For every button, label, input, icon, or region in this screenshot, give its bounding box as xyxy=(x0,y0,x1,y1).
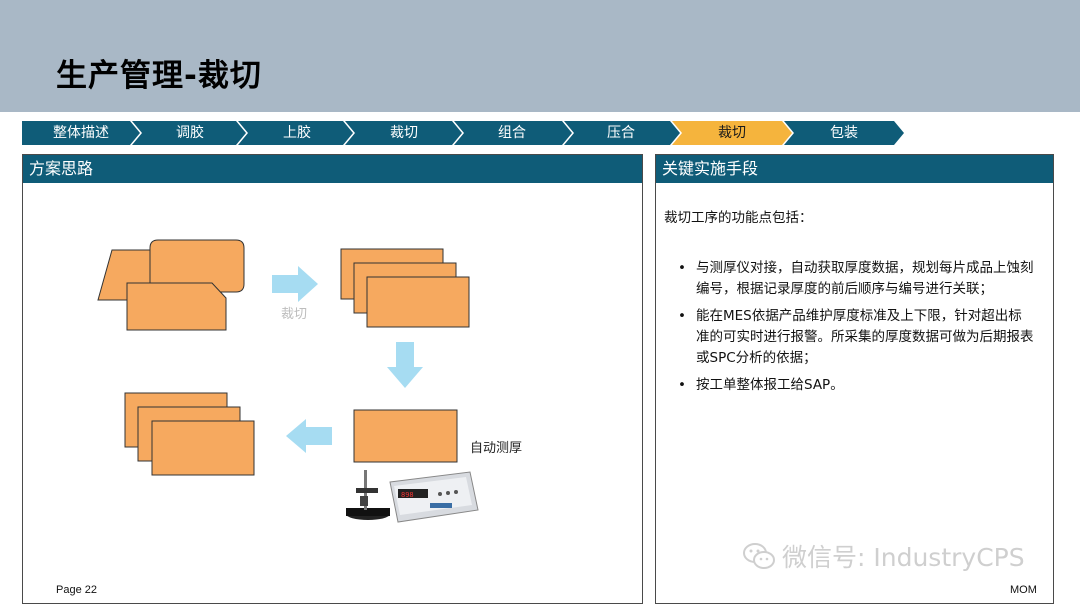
list-item: • 能在MES依据产品维护厚度标准及上下限，针对超出标准的可实时进行报警。所采集的… xyxy=(664,306,1034,369)
bullet-icon: • xyxy=(678,377,686,393)
list-item-text: 按工单整体报工给SAP。 xyxy=(696,377,844,393)
thickness-label: 自动测厚 xyxy=(470,441,523,456)
cut-arrow-label: 裁切 xyxy=(281,307,308,322)
svg-text:898: 898 xyxy=(401,491,414,499)
footer-code: MOM xyxy=(1010,584,1037,596)
key-means-list: • 与测厚仪对接，自动获取厚度数据，规划每片成品上蚀刻编号，根据记录厚度的前后顺序… xyxy=(664,258,1034,402)
panel-key-means-title: 关键实施手段 xyxy=(656,155,1053,183)
list-item: • 按工单整体报工给SAP。 xyxy=(664,375,1034,396)
bullet-icon: • xyxy=(678,308,686,324)
bullet-icon: • xyxy=(678,260,686,276)
watermark-text: 微信号: IndustryCPS xyxy=(782,543,1025,572)
watermark: 微信号: IndustryCPS xyxy=(742,538,1025,574)
list-item-text: 与测厚仪对接，自动获取厚度数据，规划每片成品上蚀刻编号，根据记录厚度的前后顺序与… xyxy=(696,260,1034,297)
raw-sheet-clipped xyxy=(126,282,227,331)
final-sheet-3 xyxy=(151,420,255,476)
page-number: Page 22 xyxy=(56,584,97,596)
arrow-down-icon xyxy=(387,342,423,388)
key-means-intro: 裁切工序的功能点包括： xyxy=(664,210,813,226)
cut-sheet-3 xyxy=(366,276,470,328)
arrow-left-icon xyxy=(286,419,332,453)
thickness-gauge-icon: 898 xyxy=(346,470,479,523)
arrow-right-icon xyxy=(272,266,318,302)
measured-sheet xyxy=(353,409,458,463)
list-item: • 与测厚仪对接，自动获取厚度数据，规划每片成品上蚀刻编号，根据记录厚度的前后顺序… xyxy=(664,258,1034,300)
list-item-text: 能在MES依据产品维护厚度标准及上下限，针对超出标准的可实时进行报警。所采集的厚… xyxy=(696,308,1034,366)
wechat-icon xyxy=(743,543,775,569)
